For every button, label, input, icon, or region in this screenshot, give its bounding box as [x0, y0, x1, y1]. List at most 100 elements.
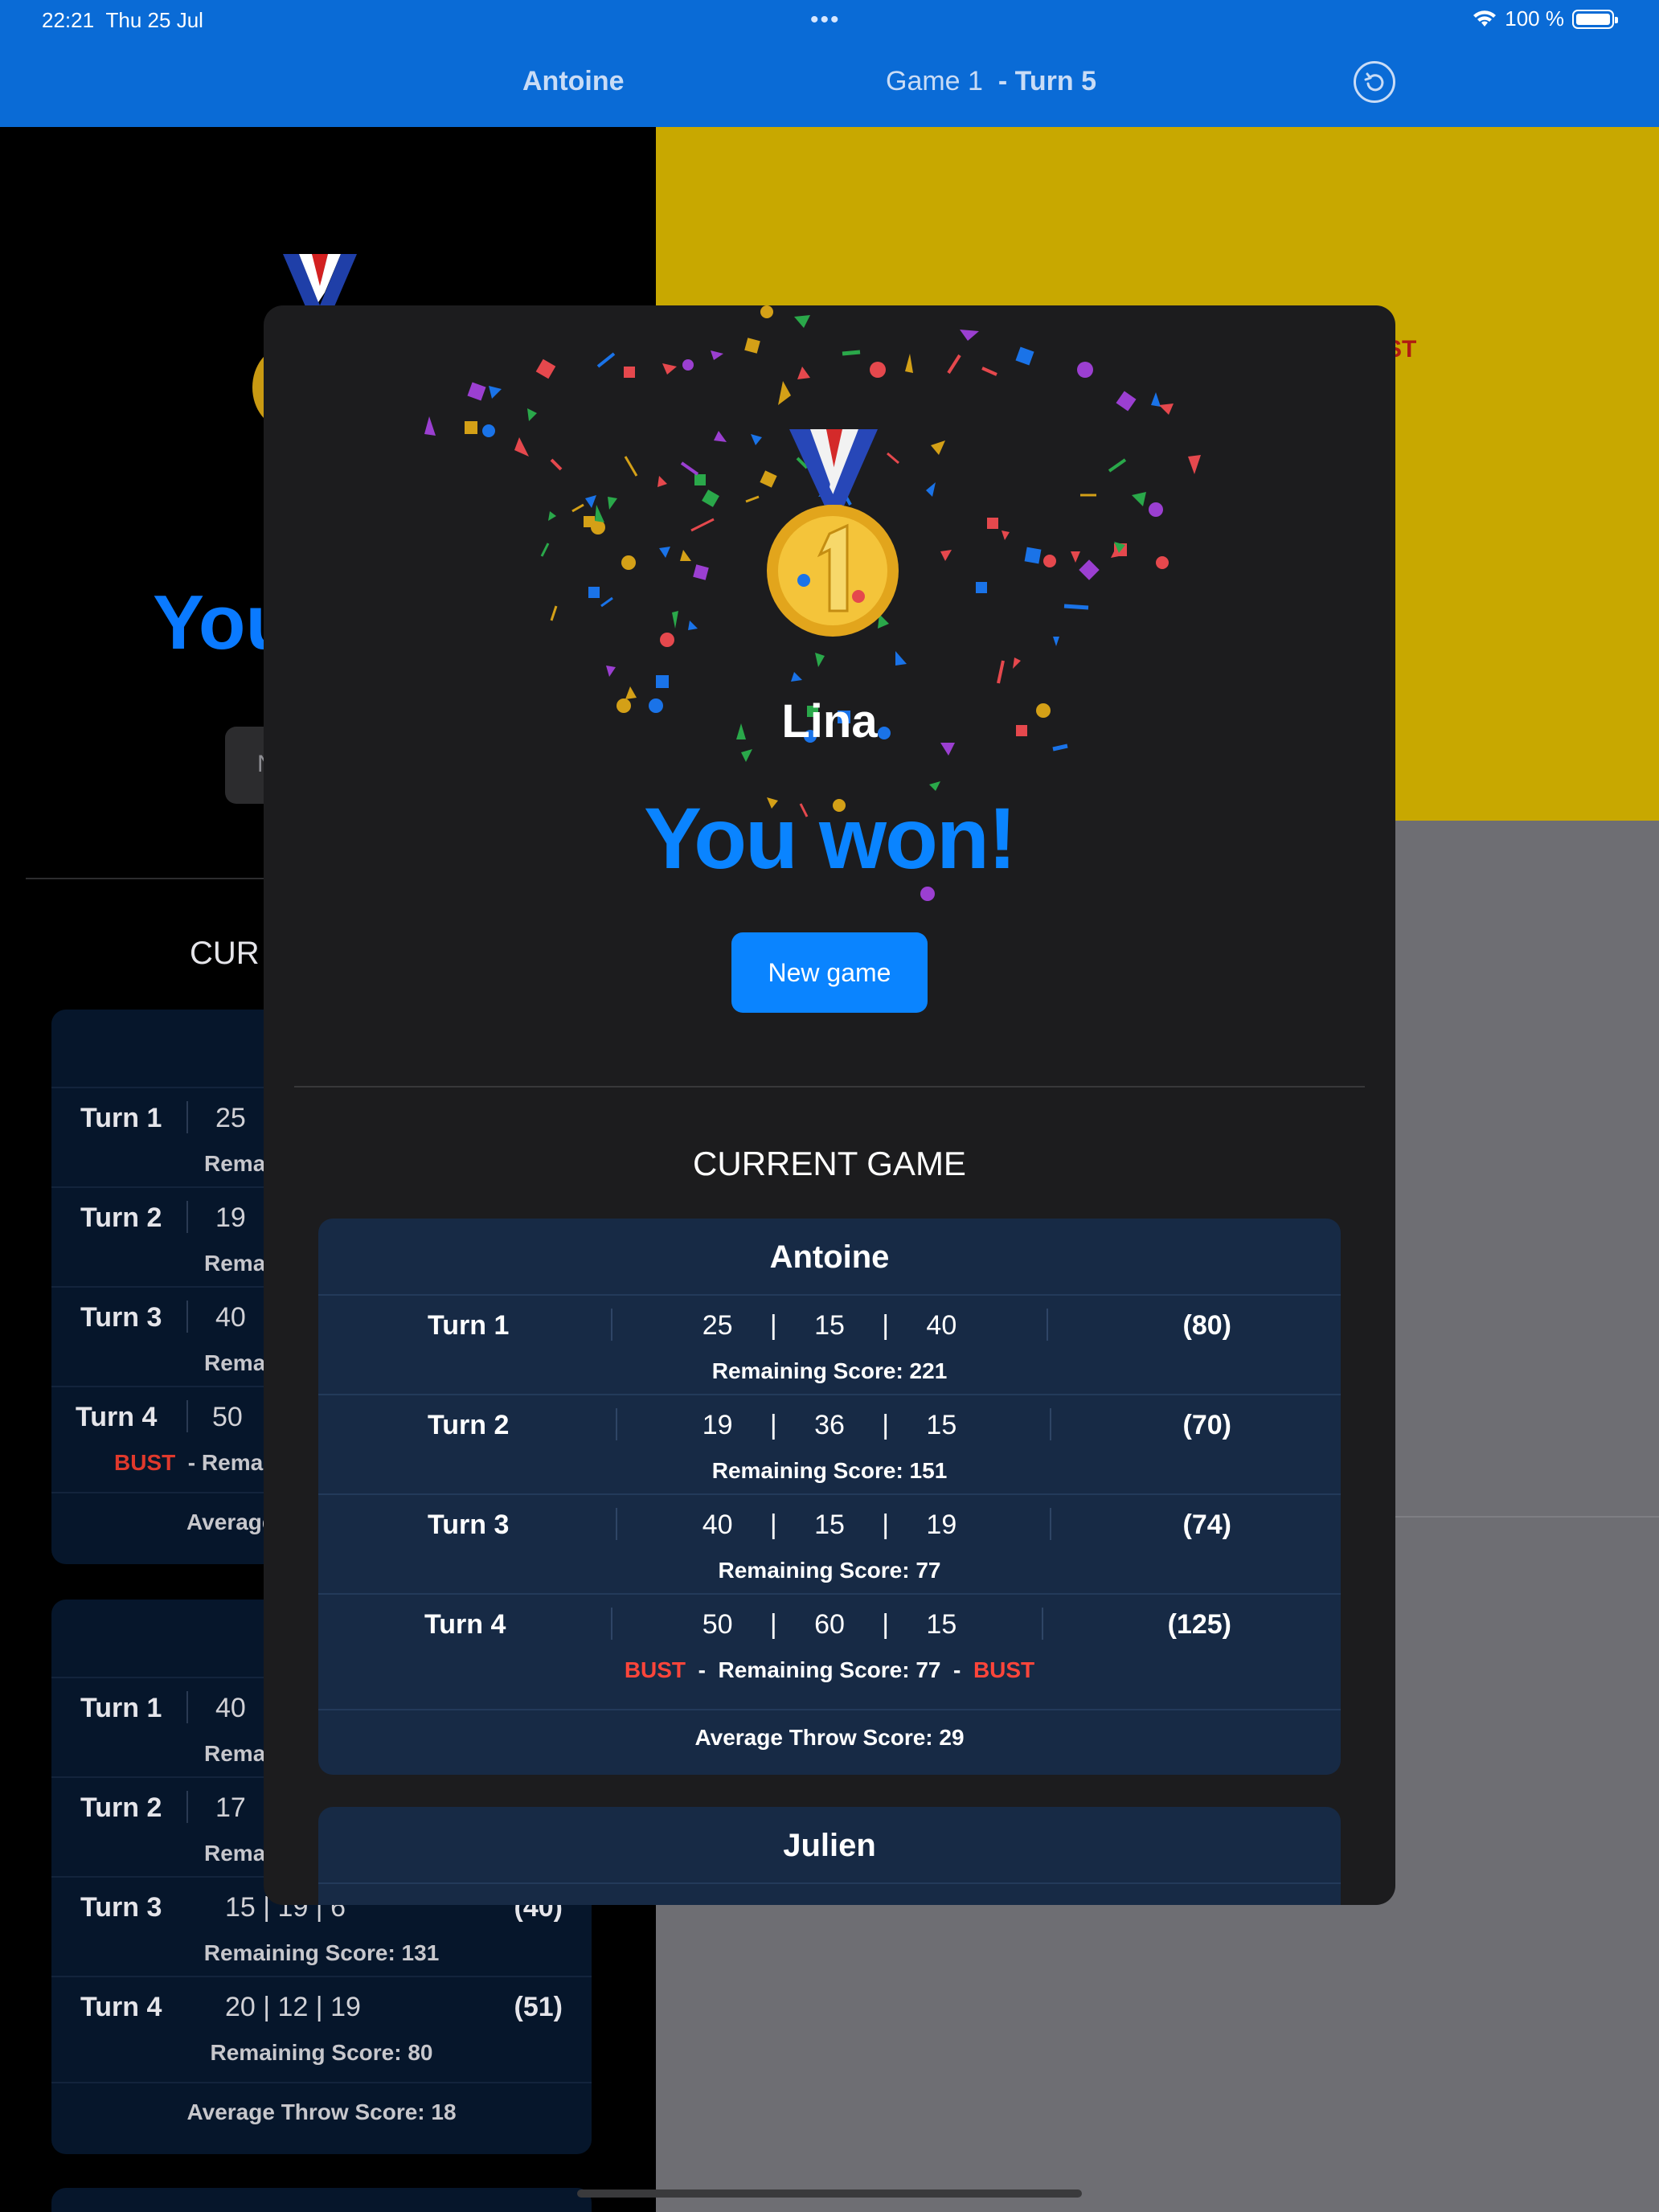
turn-label: Turn 3: [428, 1509, 510, 1540]
background-player-card: [51, 2188, 592, 2212]
turn-label: Turn 2: [428, 1410, 510, 1440]
turn-throws: 25 | 15 | 40: [702, 1310, 957, 1341]
background-turn-label: Turn 1: [80, 1103, 162, 1133]
status-time: 22:21 Thu 25 Jul: [42, 8, 203, 33]
column-separator: [611, 1608, 612, 1640]
turn-row: Turn 2 19 | 36 | 15 (70) Remaining Score…: [318, 1394, 1341, 1493]
throw-value: 50: [702, 1609, 733, 1640]
background-remaining: Rema: [204, 1841, 266, 1866]
throw-value: 19: [926, 1509, 957, 1540]
nav-game-label: Game 1: [886, 66, 983, 96]
top-bar: 22:21 Thu 25 Jul ••• 100 % Antoine Game …: [0, 0, 1659, 127]
remaining-score-row: BUST - Remaining Score: 77 - BUST: [624, 1657, 1035, 1682]
multitasking-dots-icon[interactable]: •••: [810, 6, 841, 34]
background-separator: [186, 1691, 188, 1723]
background-throws: 17: [215, 1792, 246, 1823]
background-average: Average Throw Score: 18: [186, 2099, 457, 2124]
current-game-title: CURRENT GAME: [693, 1145, 966, 1182]
background-remaining: Remaining Score: 80: [210, 2040, 433, 2065]
turn-label: Turn 4: [424, 1609, 506, 1640]
background-medal-ribbon-icon: [283, 254, 357, 310]
status-right: 100 %: [1473, 6, 1618, 31]
background-throws: 40: [215, 1693, 246, 1723]
background-throws: 20 | 12 | 19: [225, 1992, 361, 2022]
nav-turn-label: - Turn 5: [997, 66, 1096, 96]
turn-row: Turn 1 25 | 15 | 40 (80) Remaining Score…: [318, 1294, 1341, 1394]
background-turn-label: Turn 2: [80, 1202, 162, 1233]
turn-label: Turn 1: [428, 1310, 510, 1341]
nav-player-name: Antoine: [522, 66, 625, 96]
background-remaining: Rema: [204, 1350, 266, 1375]
background-divider-line: [26, 878, 267, 879]
status-date: Thu 25 Jul: [105, 8, 203, 32]
undo-button[interactable]: [1354, 61, 1395, 103]
turn-total: (70): [1182, 1410, 1231, 1440]
background-turn-row: Turn 4 20 | 12 | 19 (51) Remaining Score…: [51, 1976, 592, 2075]
background-separator: [186, 1791, 188, 1823]
background-section-title: CUR: [190, 936, 260, 971]
player-card-julien: Julien: [318, 1807, 1341, 1905]
throw-value: 36: [814, 1410, 845, 1440]
turn-row: Turn 4 50 | 60 | 15 (125) BUST - Remaini…: [318, 1593, 1341, 1693]
turn-total: (74): [1182, 1509, 1231, 1540]
column-separator: [1050, 1508, 1051, 1540]
throw-value: 40: [926, 1310, 957, 1341]
background-remaining: Remaining Score: 131: [203, 1940, 440, 1965]
gold-medal-icon: [767, 429, 899, 637]
column-separator: [1050, 1408, 1051, 1440]
column-separator: [611, 1309, 612, 1341]
background-separator: [186, 1101, 188, 1133]
turn-row: Turn 3 40 | 15 | 19 (74) Remaining Score…: [318, 1493, 1341, 1593]
background-turn-label: Turn 3: [80, 1892, 162, 1923]
throw-value: 15: [926, 1609, 957, 1640]
turn-throws: 40 | 15 | 19: [702, 1509, 957, 1540]
background-turn-label: Turn 4: [76, 1402, 158, 1432]
background-turn-total: (51): [514, 1992, 563, 2022]
bust-label: BUST: [973, 1657, 1035, 1682]
battery-percent: 100 %: [1505, 6, 1564, 31]
background-average-row: Average Throw Score: 18: [51, 2082, 592, 2154]
turn-total: (80): [1182, 1310, 1231, 1341]
background-bust-label: BUST: [114, 1450, 176, 1475]
background-throws: 50: [212, 1402, 243, 1432]
nav-game-title: Game 1 - Turn 5: [886, 66, 1096, 97]
new-game-button[interactable]: New game: [731, 932, 928, 1013]
turn-throws: 19 | 36 | 15: [702, 1410, 957, 1440]
column-separator: [1047, 1309, 1048, 1341]
throw-value: 40: [702, 1509, 733, 1540]
background-remaining-text: - Rema: [187, 1450, 264, 1475]
average-throw-score: Average Throw Score: 29: [694, 1725, 965, 1750]
player-name: Julien: [783, 1828, 876, 1863]
turn-row: [318, 1882, 1341, 1905]
average-row: Average Throw Score: 29: [318, 1709, 1341, 1775]
background-turn-label: Turn 3: [80, 1302, 162, 1333]
background-throws: 19: [215, 1202, 246, 1233]
background-throws: 25: [215, 1103, 246, 1133]
remaining-score: Remaining Score: 151: [711, 1458, 948, 1483]
background-turn-label: Turn 4: [80, 1992, 162, 2022]
throw-value: 60: [814, 1609, 845, 1640]
background-throws: 40: [215, 1302, 246, 1333]
throw-value: 15: [926, 1410, 957, 1440]
throw-value: 15: [814, 1310, 845, 1341]
wifi-icon: [1473, 10, 1497, 27]
throw-value: 15: [814, 1509, 845, 1540]
remaining-score: Remaining Score: 221: [711, 1358, 948, 1383]
player-card-antoine: Antoine Turn 1 25 | 15 | 40 (80) Remaini…: [318, 1219, 1341, 1775]
column-separator: [1042, 1608, 1043, 1640]
remaining-score: Remaining Score: 77: [718, 1558, 941, 1583]
bust-label: BUST: [624, 1657, 686, 1682]
background-separator: [186, 1400, 188, 1432]
background-average: Average: [186, 1509, 275, 1534]
battery-icon: [1572, 9, 1618, 29]
winner-name: Lina: [781, 695, 878, 748]
home-indicator[interactable]: [577, 2189, 1082, 2198]
background-remaining: Rema: [204, 1741, 266, 1766]
background-separator: [186, 1301, 188, 1333]
background-turn-label: Turn 1: [80, 1693, 162, 1723]
remaining-score: Remaining Score: 77: [718, 1657, 941, 1682]
modal-divider: [294, 1086, 1365, 1088]
background-separator: [186, 1201, 188, 1233]
throw-value: 19: [702, 1410, 733, 1440]
turn-total: (125): [1167, 1609, 1231, 1640]
